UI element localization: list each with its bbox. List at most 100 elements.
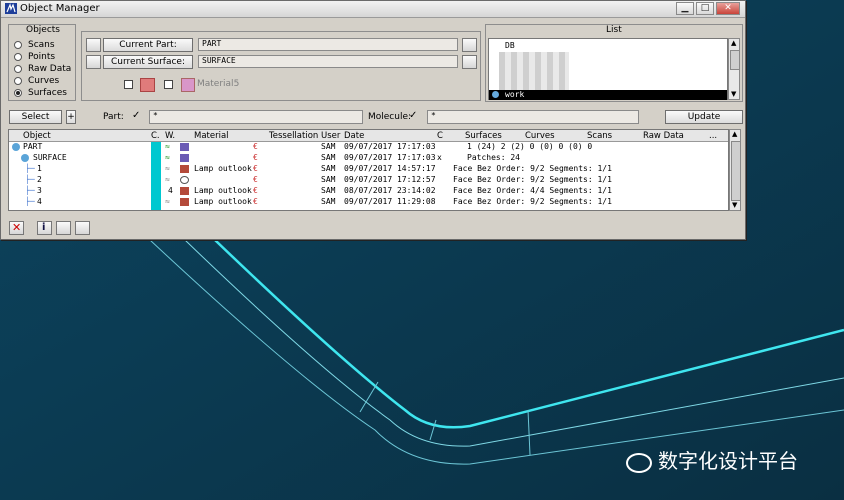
col-curves[interactable]: Curves — [525, 131, 555, 141]
window-title: Object Manager — [20, 3, 100, 14]
row-user: SAM — [321, 197, 336, 206]
row-material: Lamp outlook — [194, 164, 252, 173]
objects-panel-title: Objects — [26, 25, 61, 35]
material-swatch-icon — [180, 165, 189, 173]
part-filter-check-icon[interactable]: ✓ — [132, 111, 140, 121]
part-tree-icon[interactable] — [86, 38, 101, 52]
surface-pick-icon[interactable] — [462, 55, 477, 69]
molecule-filter-field[interactable]: * — [427, 110, 639, 124]
update-button[interactable]: Update — [665, 110, 743, 124]
col-scans[interactable]: Scans — [587, 131, 612, 141]
scroll-down-icon[interactable]: ▼ — [732, 201, 737, 209]
scroll-thumb[interactable] — [731, 141, 741, 201]
col-w[interactable]: W. — [165, 131, 175, 141]
select-button[interactable]: Select — [9, 110, 62, 124]
radio-curves[interactable] — [14, 77, 22, 85]
color-checkbox[interactable] — [124, 80, 133, 89]
close-window-button[interactable]: ✕ — [716, 2, 740, 15]
view-icon[interactable] — [56, 221, 71, 235]
row-w-number: 4 — [168, 186, 173, 195]
col-tessellation[interactable]: Tessellation — [269, 131, 318, 141]
row-material: Lamp outlook — [194, 197, 252, 206]
row-c: x — [437, 153, 442, 162]
current-part-button[interactable]: Current Part: — [103, 38, 193, 52]
radio-scans[interactable] — [14, 41, 22, 49]
list-item-work[interactable]: work — [489, 90, 727, 100]
radio-points-label: Points — [28, 52, 56, 62]
col-surfaces[interactable]: Surfaces — [465, 131, 502, 141]
title-bar[interactable]: Object Manager ▁ □ ✕ — [1, 1, 745, 18]
tree-branch-icon: ├─ — [25, 197, 35, 206]
object-manager-window: Object Manager ▁ □ ✕ Objects Scans Point… — [0, 0, 746, 240]
delete-icon[interactable]: ✕ — [9, 221, 24, 235]
current-part-field[interactable]: PART — [198, 38, 458, 51]
radio-raw-data-label: Raw Data — [28, 64, 72, 74]
row-date: 09/07/2017 17:17:03 — [344, 142, 436, 151]
wave-icon: ≈ — [165, 164, 170, 173]
surface-tree-icon[interactable] — [86, 55, 101, 69]
radio-points[interactable] — [14, 53, 22, 61]
scroll-down-icon[interactable]: ▼ — [731, 90, 736, 98]
row-date: 09/07/2017 14:57:17 — [344, 164, 436, 173]
row-user: SAM — [321, 186, 336, 195]
list-scrollbar[interactable]: ▲ ▼ — [728, 38, 740, 100]
tessellation-icon: € — [253, 142, 258, 151]
color-column-strip — [151, 142, 161, 210]
row-material: Lamp outlook — [194, 186, 252, 195]
row-date: 09/07/2017 11:29:08 — [344, 197, 436, 206]
tessellation-icon: € — [253, 164, 258, 173]
row-object: 1 — [37, 164, 42, 173]
watermark: 数字化设计平台 — [626, 445, 798, 474]
tree-branch-icon: ├─ — [25, 175, 35, 184]
tessellation-icon: € — [253, 197, 258, 206]
scroll-thumb[interactable] — [730, 50, 740, 70]
row-object: 3 — [37, 186, 42, 195]
row-user: SAM — [321, 175, 336, 184]
current-surface-field[interactable]: SURFACE — [198, 55, 458, 68]
tree-branch-icon: ├─ — [25, 186, 35, 195]
molecule-filter-check-icon[interactable]: ✓ — [409, 111, 417, 121]
row-info: Face Bez Order: 9/2 Segments: 1/1 — [453, 197, 612, 206]
export-icon[interactable] — [75, 221, 90, 235]
table-scrollbar[interactable]: ▲ ▼ — [729, 129, 741, 211]
part-filter-field[interactable]: * — [149, 110, 363, 124]
tessellation-icon: € — [253, 186, 258, 195]
row-date: 09/07/2017 17:12:57 — [344, 175, 436, 184]
material-swatch-icon — [180, 143, 189, 151]
color-swatch[interactable] — [140, 78, 155, 92]
col-c[interactable]: C. — [151, 131, 160, 141]
row-info: Patches: 24 — [467, 153, 520, 162]
minimize-button[interactable]: ▁ — [676, 2, 694, 15]
maximize-button[interactable]: □ — [696, 2, 714, 15]
col-material[interactable]: Material — [194, 131, 229, 141]
col-more[interactable]: ... — [709, 131, 717, 141]
scroll-up-icon[interactable]: ▲ — [732, 130, 737, 138]
row-info: Face Bez Order: 9/2 Segments: 1/1 — [453, 175, 612, 184]
col-object[interactable]: Object — [23, 131, 51, 141]
app-icon — [5, 3, 17, 14]
row-object: PART — [23, 142, 43, 151]
wave-icon: ≈ — [165, 175, 170, 184]
col-raw-data[interactable]: Raw Data — [643, 131, 684, 141]
list-item-db[interactable]: DB — [505, 41, 515, 50]
radio-surfaces[interactable] — [14, 89, 22, 97]
radio-raw-data[interactable] — [14, 65, 22, 73]
info-icon[interactable]: i — [37, 221, 52, 235]
tree-branch-icon: ├─ — [25, 164, 35, 173]
row-info: 1 (24) 2 (2) 0 (0) 0 (0) 0 — [467, 142, 593, 151]
material-checkbox[interactable] — [164, 80, 173, 89]
scroll-up-icon[interactable]: ▲ — [731, 39, 736, 47]
col-c2[interactable]: C — [437, 131, 443, 141]
watermark-text: 数字化设计平台 — [658, 449, 798, 473]
row-date: 09/07/2017 17:17:03 — [344, 153, 436, 162]
col-user[interactable]: User — [321, 131, 340, 141]
plus-button[interactable]: + — [66, 110, 76, 124]
molecule-filter-label: Molecule: — [368, 112, 412, 122]
part-pick-icon[interactable] — [462, 38, 477, 52]
current-surface-button[interactable]: Current Surface: — [103, 55, 193, 69]
material-swatch-icon — [180, 154, 189, 162]
workspace-icon — [492, 91, 499, 98]
list-box[interactable]: DB work — [488, 38, 728, 100]
col-date[interactable]: Date — [344, 131, 364, 141]
radio-surfaces-label: Surfaces — [28, 88, 67, 98]
